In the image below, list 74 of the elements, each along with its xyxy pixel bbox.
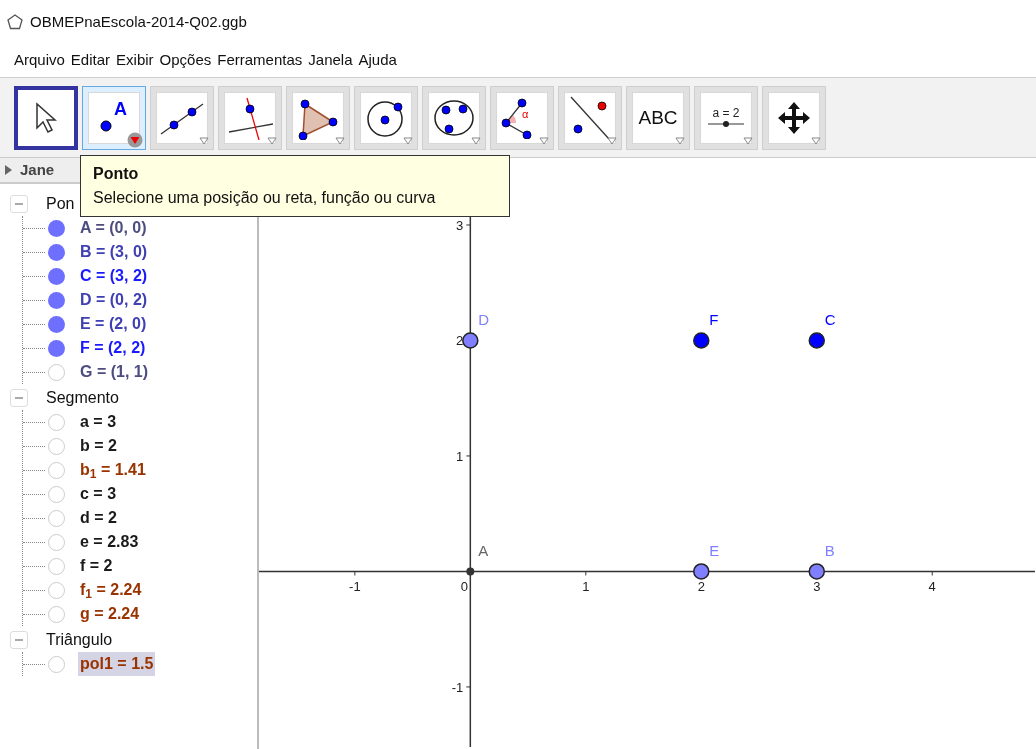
algebra-item[interactable]: B = (3, 0) — [78, 240, 150, 264]
collapse-button[interactable] — [10, 631, 28, 649]
point-label: F — [709, 311, 719, 329]
algebra-item[interactable]: g = 2.24 — [78, 602, 142, 626]
algebra-item[interactable]: b$_{1}$ = 1.41 — [78, 458, 148, 482]
point-marker[interactable] — [808, 332, 825, 349]
collapse-button[interactable] — [10, 389, 28, 407]
dropdown-arrow-icon — [675, 136, 685, 145]
point-marker[interactable] — [462, 332, 479, 349]
app-logo-icon — [6, 13, 24, 31]
dropdown-arrow-icon — [743, 136, 753, 145]
dropdown-arrow-icon — [811, 136, 821, 145]
algebra-item[interactable]: c = 3 — [78, 482, 119, 506]
point-label: E — [709, 542, 720, 560]
menu-item[interactable]: Ferramentas — [217, 49, 303, 72]
group-label: Triângulo — [46, 630, 113, 650]
dropdown-arrow-icon — [199, 136, 209, 145]
y-tick-label: 3 — [456, 218, 464, 233]
x-tick-label: 4 — [928, 579, 936, 595]
expand-triangle-icon — [4, 165, 12, 175]
tool-button[interactable]: A — [82, 85, 146, 150]
x-tick-label: 2 — [697, 579, 705, 595]
point-label: A — [478, 542, 489, 560]
group-label: Pon — [46, 194, 75, 214]
group-label: Segmento — [46, 388, 119, 408]
algebra-item[interactable]: D = (0, 2) — [78, 288, 150, 312]
point-label: D — [478, 311, 490, 329]
dropdown-arrow-icon — [471, 136, 481, 145]
point-marker[interactable] — [808, 563, 825, 580]
menu-item[interactable]: Arquivo — [14, 49, 65, 72]
window-title: OBMEPnaEscola-2014-Q02.ggb — [30, 11, 247, 32]
algebra-item[interactable]: A = (0, 0) — [78, 216, 149, 240]
dropdown-arrow-icon — [335, 136, 345, 145]
collapse-button[interactable] — [10, 195, 28, 213]
point-marker[interactable] — [466, 567, 475, 576]
panel-title: Jane — [20, 159, 55, 180]
dropdown-arrow-icon — [539, 136, 549, 145]
algebra-item[interactable]: G = (1, 1) — [78, 360, 151, 384]
menu-item[interactable]: Ajuda — [358, 49, 397, 72]
x-tick-label: 0 — [460, 579, 468, 595]
point-label: B — [824, 542, 835, 560]
x-tick-label: -1 — [349, 579, 361, 595]
algebra-item[interactable]: C = (3, 2) — [78, 264, 150, 288]
algebra-item[interactable]: f$_{1}$ = 2.24 — [78, 578, 144, 602]
perpendicular-line-icon — [227, 95, 273, 140]
menu-item[interactable]: Janela — [308, 49, 353, 72]
x-tick-label: 3 — [813, 579, 821, 595]
y-tick-label: 2 — [456, 333, 464, 349]
y-tick-label: -1 — [451, 679, 464, 695]
point-marker[interactable] — [693, 563, 710, 580]
algebra-item[interactable]: b = 2 — [78, 434, 119, 458]
tool-button[interactable]: α — [490, 85, 554, 150]
tool-button[interactable]: a = 2 — [694, 85, 758, 150]
algebra-item[interactable]: d = 2 — [78, 506, 119, 530]
x-tick-label: 1 — [582, 579, 590, 595]
tool-button[interactable] — [14, 85, 78, 150]
algebra-item[interactable]: a = 3 — [78, 410, 119, 434]
tooltip-title: Ponto — [93, 164, 140, 184]
text-tool-label: ABC — [638, 108, 678, 127]
algebra-item[interactable]: F = (2, 2) — [78, 336, 148, 360]
algebra-item[interactable]: pol1 = 1.5 — [78, 652, 156, 676]
algebra-item[interactable]: E = (2, 0) — [78, 312, 149, 336]
point-marker[interactable] — [693, 332, 710, 349]
menu-item[interactable]: Opções — [159, 49, 212, 72]
dropdown-arrow-icon — [403, 136, 413, 145]
algebra-item[interactable]: f = 2 — [78, 554, 115, 578]
dropdown-arrow-icon — [267, 136, 277, 145]
point-label: C — [824, 311, 836, 329]
dropdown-arrow-icon — [607, 136, 617, 145]
tool-button[interactable]: ABC — [626, 85, 690, 150]
menu-item[interactable]: Exibir — [116, 49, 154, 72]
y-tick-label: 1 — [456, 448, 464, 464]
algebra-item[interactable]: e = 2.83 — [78, 530, 141, 554]
menu-item[interactable]: Editar — [70, 49, 111, 72]
